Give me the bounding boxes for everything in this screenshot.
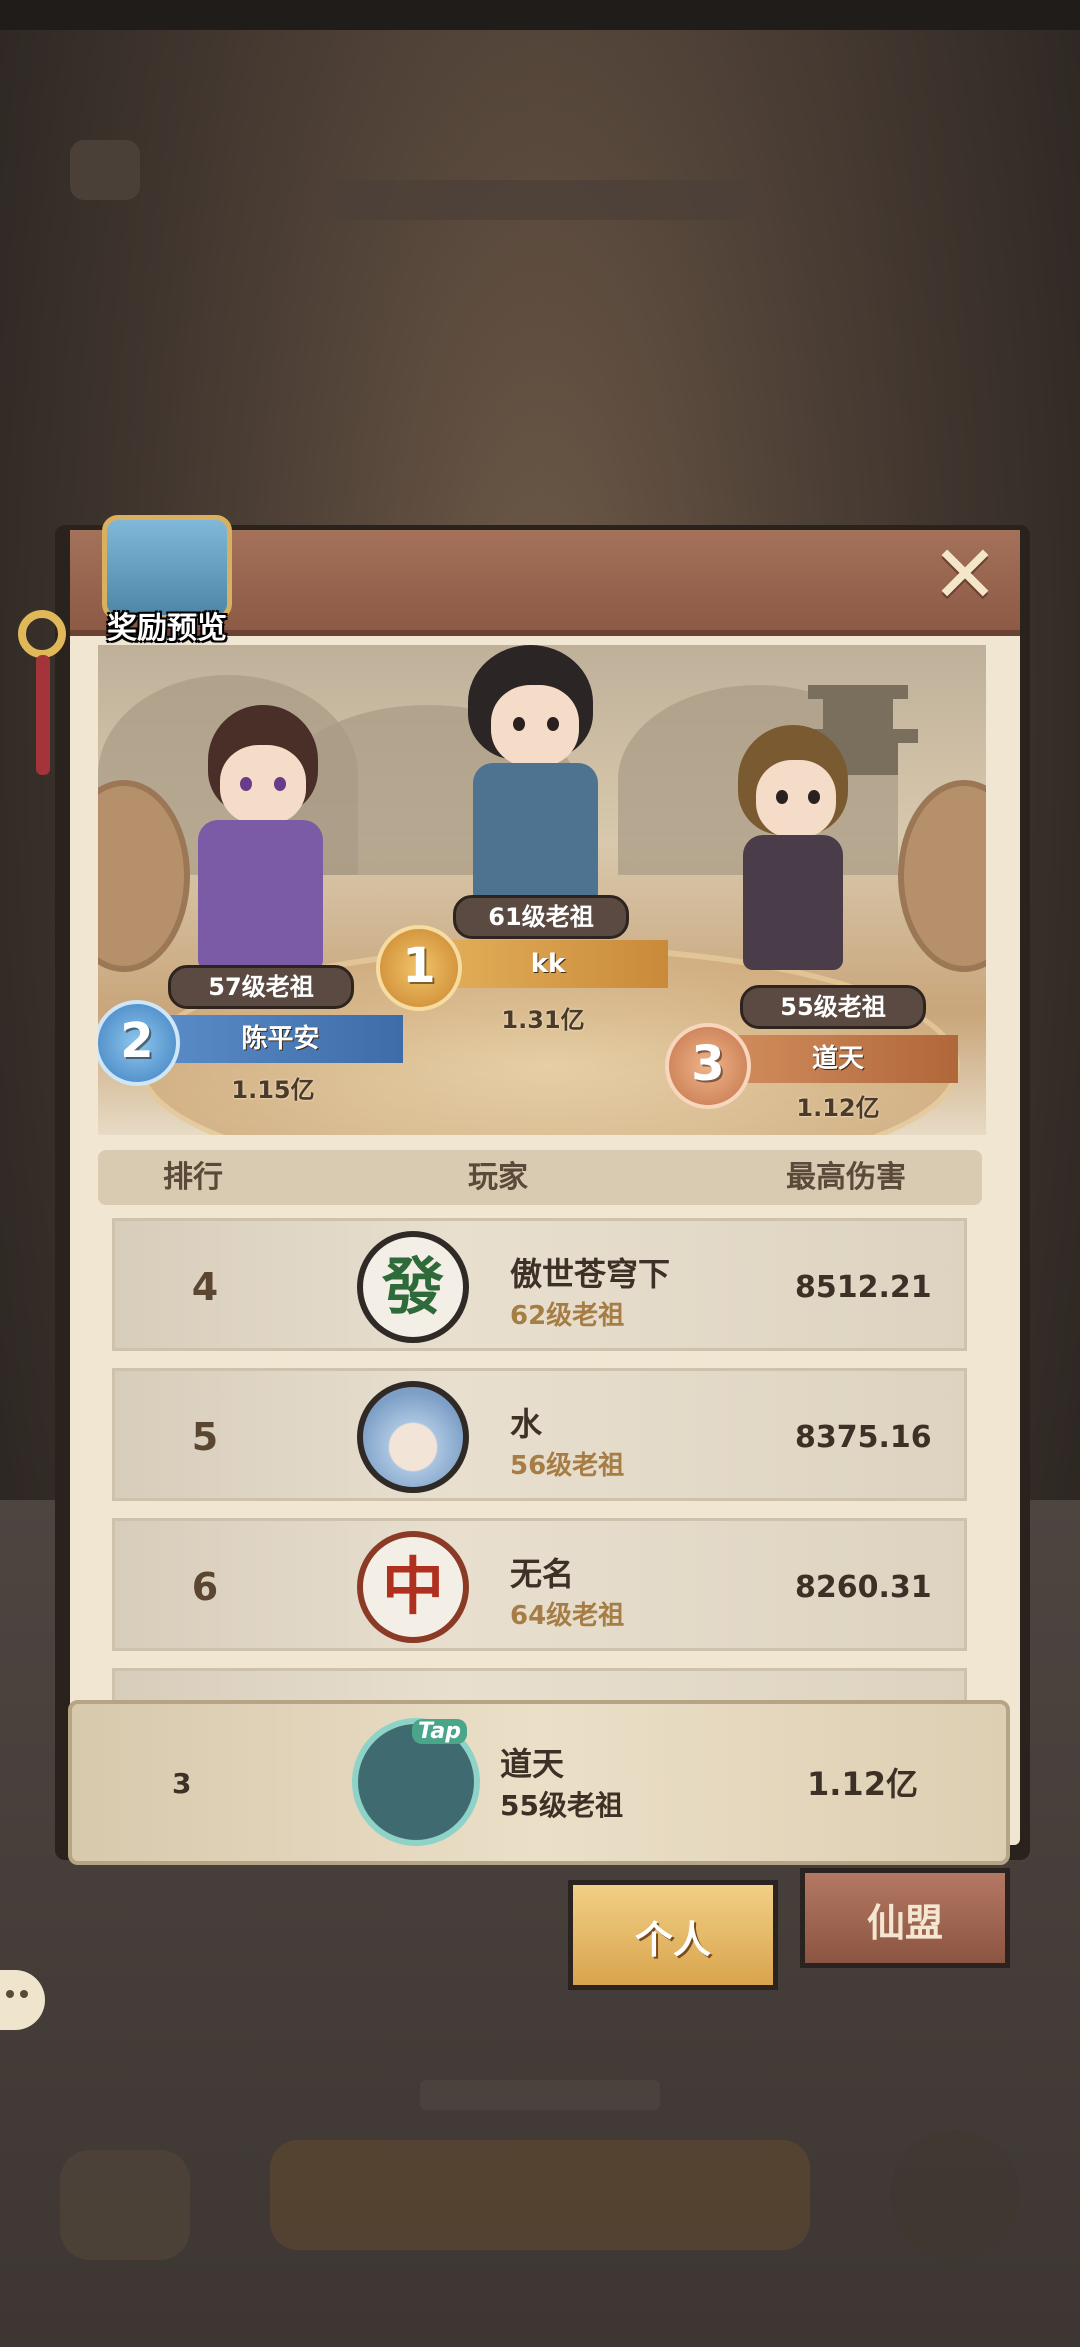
tab-guild[interactable]: 仙盟: [800, 1868, 1010, 1968]
status-strip: [0, 0, 1080, 30]
row-rank: 6: [191, 1565, 219, 1609]
my-rank-row[interactable]: 3 Tap 道天 55级老祖 1.12亿: [68, 1700, 1010, 1865]
tassel-ornament-icon: [18, 610, 66, 780]
tap-badge: Tap: [412, 1719, 467, 1744]
zhong-tile-avatar-icon[interactable]: 中: [357, 1531, 469, 1643]
ranking-column-header: 排行 玩家 最高伤害: [98, 1150, 982, 1205]
close-icon[interactable]: ✕: [925, 535, 1005, 615]
background-title-blur: [330, 180, 750, 220]
rank-1-badge: 1: [376, 925, 462, 1011]
background-back-icon: [60, 2150, 190, 2260]
fa-tile-avatar-icon[interactable]: 發: [357, 1231, 469, 1343]
background-round-icon: [890, 2130, 1020, 2260]
rank-2-name: 陈平安: [158, 1015, 403, 1063]
row-damage: 8512.21万: [795, 1270, 932, 1438]
reward-preview-label: 奖励预览: [107, 611, 227, 646]
rank-1-name: kk: [428, 940, 668, 988]
rank-2-level: 57级老祖: [168, 965, 354, 1009]
header-rank: 排行: [163, 1160, 223, 1195]
table-row[interactable]: 4 發 傲世苍穹下 62级老祖 8512.21万: [112, 1218, 967, 1438]
row-player-name: 水: [510, 1405, 543, 1443]
background-hint-blur: [420, 2080, 660, 2110]
rank-1-character[interactable]: [443, 645, 613, 905]
table-row[interactable]: 5 水 56级老祖 8375.16万: [112, 1368, 967, 1588]
rank-2-character[interactable]: [178, 705, 338, 975]
my-player-name: 道天: [500, 1745, 565, 1783]
row-damage: 8375.16万: [795, 1420, 932, 1588]
rank-3-badge: 3: [665, 1023, 751, 1109]
row-player-name: 傲世苍穹下: [510, 1255, 671, 1293]
background-action-button: [270, 2140, 810, 2250]
table-row[interactable]: 6 中 无名 64级老祖 8260.31万: [112, 1518, 967, 1738]
rank-3-level: 55级老祖: [740, 985, 926, 1029]
my-damage: 1.12亿: [807, 1765, 918, 1803]
coin-ornament-icon: [898, 780, 986, 972]
rank-2-badge: 2: [98, 1000, 180, 1086]
row-player-level: 64级老祖: [510, 1601, 625, 1631]
reward-preview-button[interactable]: 奖励预览: [92, 505, 242, 646]
background-settings-icon: [70, 140, 140, 200]
tab-personal[interactable]: 个人: [568, 1880, 778, 1990]
podium-area: 61级老祖 kk 1 1.31亿 57级老祖 陈平安 2 1.15亿 55级老祖…: [98, 645, 986, 1135]
row-rank: 5: [191, 1415, 219, 1459]
row-player-name: 无名: [510, 1555, 575, 1593]
header-damage: 最高伤害: [786, 1160, 906, 1195]
my-player-level: 55级老祖: [500, 1789, 623, 1822]
rank-1-score: 1.31亿: [501, 1006, 585, 1034]
rank-2-score: 1.15亿: [231, 1076, 315, 1104]
rank-3-score: 1.12亿: [796, 1094, 880, 1122]
row-rank: 4: [191, 1265, 219, 1309]
row-player-level: 56级老祖: [510, 1451, 625, 1481]
silver-hair-avatar-icon[interactable]: [357, 1381, 469, 1493]
rank-3-name: 道天: [718, 1035, 958, 1083]
header-player: 玩家: [468, 1160, 528, 1195]
row-damage: 8260.31万: [795, 1570, 932, 1738]
row-player-level: 62级老祖: [510, 1301, 625, 1331]
rank-1-level: 61级老祖: [453, 895, 629, 939]
rank-3-character[interactable]: [718, 725, 868, 975]
my-rank: 3: [172, 1767, 192, 1800]
